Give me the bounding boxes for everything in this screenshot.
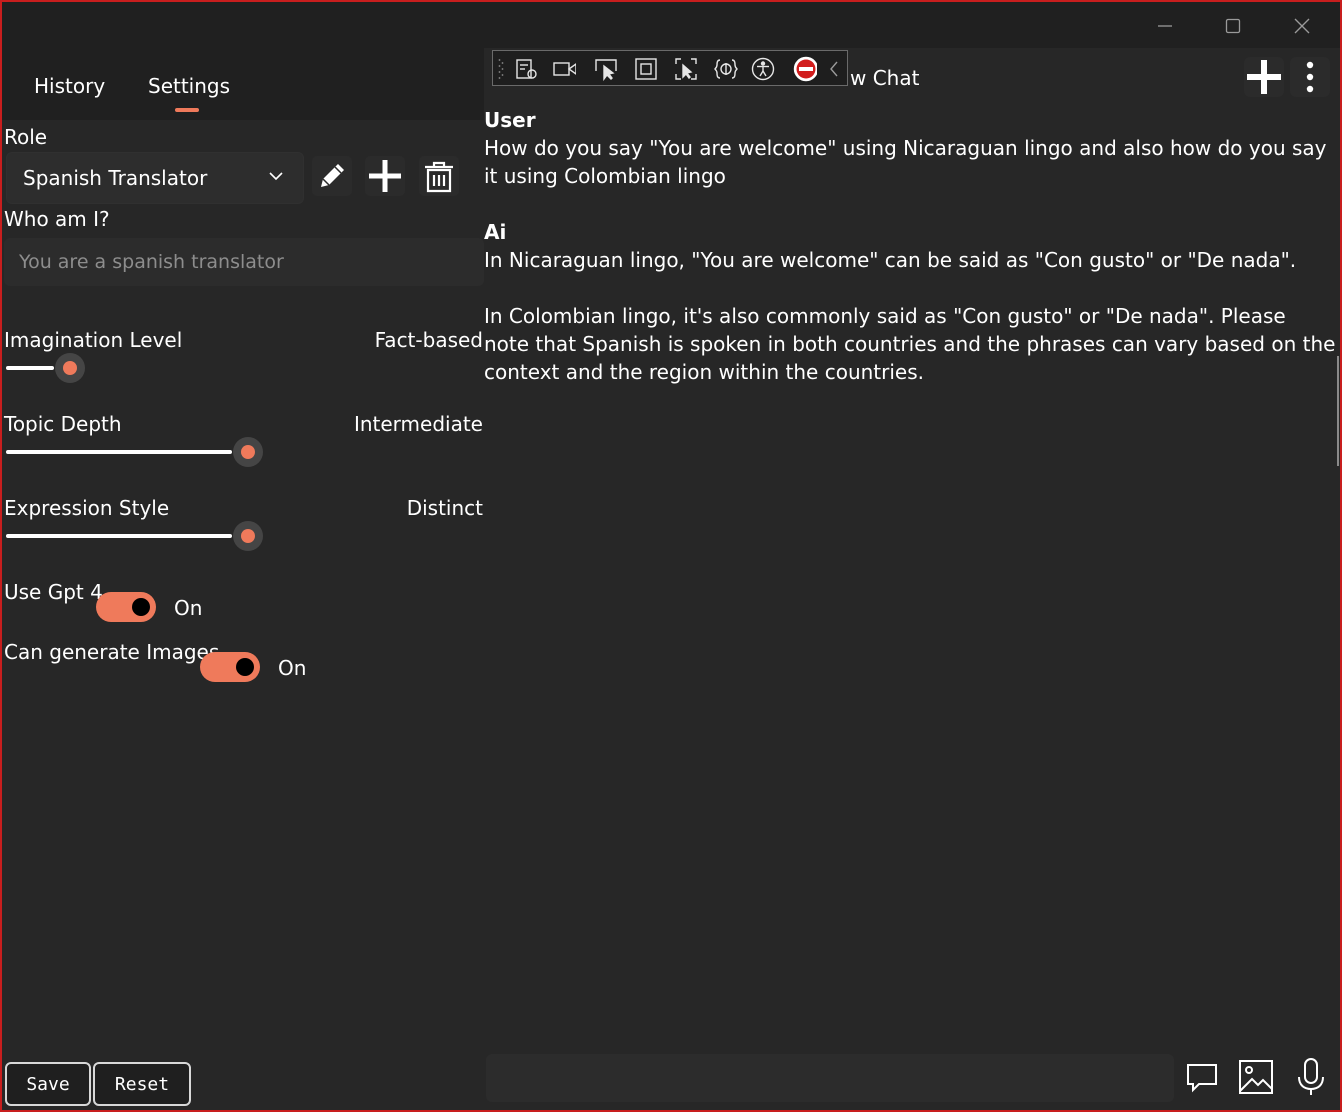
tab-bar: History Settings — [2, 48, 484, 120]
plus-icon — [1247, 60, 1281, 94]
chat-bubble-icon — [1187, 1064, 1217, 1093]
display-layout-adorners-icon — [635, 58, 657, 80]
maximize-icon — [1225, 18, 1241, 34]
toggle-knob — [132, 598, 150, 616]
hot-reload-stop-icon — [793, 56, 817, 82]
record-icon — [553, 62, 576, 76]
microphone-button[interactable] — [1291, 1057, 1331, 1097]
more-vertical-icon — [1306, 61, 1314, 93]
expression-style-value: Distinct — [406, 496, 483, 520]
debug-toolbar — [492, 50, 848, 86]
generate-images-state: On — [278, 656, 307, 680]
message-text: In Nicaraguan lingo, "You are welcome" c… — [484, 248, 1297, 272]
minimize-icon — [1158, 25, 1172, 27]
close-icon — [1294, 18, 1310, 34]
settings-panel: History Settings Role Spanish Translator… — [2, 48, 484, 1108]
use-gpt4-label: Use Gpt 4 — [4, 580, 103, 604]
imagination-level-slider[interactable] — [6, 353, 262, 383]
binding-failures-icon — [714, 59, 738, 79]
expression-style-slider[interactable] — [6, 521, 263, 551]
role-selected-value: Spanish Translator — [23, 166, 208, 190]
trash-icon — [425, 161, 453, 193]
topic-depth-slider[interactable] — [6, 437, 263, 467]
live-visual-tree-button[interactable] — [515, 57, 539, 81]
role-dropdown[interactable]: Spanish Translator — [6, 152, 304, 204]
title-bar — [2, 2, 1340, 48]
chat-message-user: User How do you say "You are welcome" us… — [484, 106, 1336, 190]
active-tab-indicator — [175, 108, 199, 112]
topic-depth-label: Topic Depth — [4, 412, 122, 436]
track-focus-button[interactable] — [674, 57, 698, 81]
chat-scrollbar[interactable] — [1337, 356, 1339, 466]
slider-track — [6, 534, 232, 538]
live-visual-tree-icon — [516, 59, 537, 79]
image-button[interactable] — [1236, 1057, 1276, 1097]
message-text: How do you say "You are welcome" using N… — [484, 136, 1327, 188]
message-sender: Ai — [484, 220, 507, 244]
generate-images-label: Can generate Images — [4, 640, 220, 664]
edit-role-button[interactable] — [312, 156, 352, 196]
select-element-button[interactable] — [594, 57, 618, 81]
accessibility-button[interactable] — [751, 57, 775, 81]
delete-role-button[interactable] — [419, 156, 459, 196]
hot-reload-stop-button[interactable] — [793, 56, 817, 82]
pencil-icon — [321, 164, 344, 187]
role-label: Role — [4, 125, 48, 149]
new-chat-button[interactable] — [1244, 57, 1284, 97]
message-sender: User — [484, 108, 536, 132]
use-gpt4-toggle[interactable] — [96, 592, 156, 622]
use-gpt4-state: On — [174, 596, 203, 620]
imagination-level-label: Imagination Level — [4, 328, 183, 352]
accessibility-icon — [751, 57, 775, 81]
imagination-level-value: Fact-based — [374, 328, 483, 352]
collapse-toolbar-button[interactable] — [827, 57, 841, 81]
slider-thumb[interactable] — [55, 353, 85, 383]
track-focus-icon — [675, 58, 697, 80]
more-options-button[interactable] — [1290, 57, 1330, 97]
toggle-knob — [236, 658, 254, 676]
slider-thumb[interactable] — [233, 437, 263, 467]
slider-thumb[interactable] — [233, 521, 263, 551]
chevron-down-icon — [269, 172, 283, 181]
close-button[interactable] — [1279, 8, 1325, 44]
generate-images-toggle[interactable] — [200, 652, 260, 682]
save-button[interactable]: Save — [5, 1062, 91, 1106]
plus-icon — [369, 160, 401, 192]
display-layout-adorners-button[interactable] — [634, 57, 658, 81]
chat-input[interactable] — [486, 1054, 1174, 1102]
select-element-icon — [595, 59, 617, 81]
collapse-icon — [830, 61, 838, 77]
add-role-button[interactable] — [365, 156, 405, 196]
binding-failures-button[interactable] — [714, 57, 738, 81]
message-text: In Colombian lingo, it's also commonly s… — [484, 304, 1336, 384]
image-icon — [1239, 1060, 1273, 1094]
chat-title: w Chat — [850, 66, 920, 90]
slider-track — [6, 450, 232, 454]
record-button[interactable] — [552, 57, 576, 81]
minimize-button[interactable] — [1142, 8, 1188, 44]
who-am-i-input[interactable] — [4, 238, 484, 286]
drag-handle-icon[interactable] — [498, 57, 504, 81]
slider-track — [6, 366, 54, 370]
maximize-button[interactable] — [1210, 8, 1256, 44]
who-am-i-label: Who am I? — [4, 207, 110, 231]
reset-button[interactable]: Reset — [93, 1062, 191, 1106]
tab-history[interactable]: History — [34, 74, 105, 98]
topic-depth-value: Intermediate — [353, 412, 483, 436]
chat-message-ai: Ai In Nicaraguan lingo, "You are welcome… — [484, 218, 1336, 386]
expression-style-label: Expression Style — [4, 496, 170, 520]
tab-settings[interactable]: Settings — [148, 74, 230, 98]
send-message-button[interactable] — [1182, 1057, 1222, 1097]
microphone-icon — [1298, 1058, 1324, 1095]
